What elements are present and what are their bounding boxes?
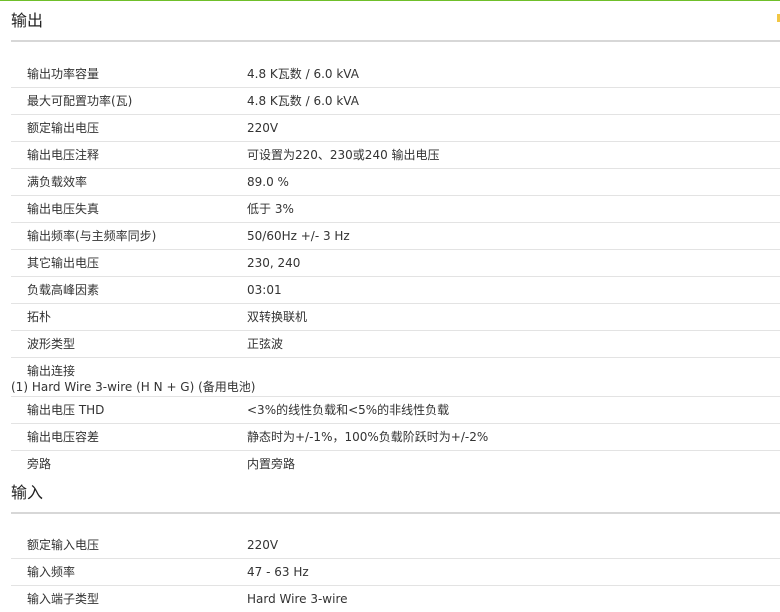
spec-value: 双转换联机 xyxy=(247,310,308,324)
input-spec-table: 额定输入电压 220V 输入频率 47 - 63 Hz 输入端子类型 Hard … xyxy=(11,532,780,612)
spec-row: 输出电压注释 可设置为220、230或240 输出电压 xyxy=(11,142,780,169)
output-section-title: 输出 xyxy=(11,11,44,30)
spec-label: 输出电压容差 xyxy=(27,430,100,444)
spec-label: 输出功率容量 xyxy=(27,67,100,81)
spec-value: 可设置为220、230或240 输出电压 xyxy=(247,148,440,162)
input-section-title: 输入 xyxy=(11,483,44,502)
spec-label: 额定输出电压 xyxy=(27,121,100,135)
spec-value: Hard Wire 3-wire xyxy=(247,592,348,606)
spec-row: 满负载效率 89.0 % xyxy=(11,169,780,196)
spec-label: 输出电压 THD xyxy=(27,403,105,417)
spec-label: 额定输入电压 xyxy=(27,538,100,552)
spec-row: 拓朴 双转换联机 xyxy=(11,304,780,331)
spec-row: 输出频率(与主频率同步) 50/60Hz +/- 3 Hz xyxy=(11,223,780,250)
spec-row: 旁路 内置旁路 xyxy=(11,451,780,477)
spec-row: 输出电压容差 静态时为+/-1%，100%负载阶跃时为+/-2% xyxy=(11,424,780,451)
spec-value: <3%的线性负载和<5%的非线性负载 xyxy=(247,403,450,417)
spec-row: 输出电压失真 低于 3% xyxy=(11,196,780,223)
spec-label: 输出电压注释 xyxy=(27,148,100,162)
spec-value: (1) Hard Wire 3-wire (H N + G) (备用电池) xyxy=(11,380,256,394)
spec-value: 03:01 xyxy=(247,283,282,297)
spec-value: 静态时为+/-1%，100%负载阶跃时为+/-2% xyxy=(247,430,489,444)
input-section-rule xyxy=(11,512,780,514)
spec-label: 输出频率(与主频率同步) xyxy=(27,229,157,243)
spec-value: 低于 3% xyxy=(247,202,294,216)
spec-row: 输入端子类型 Hard Wire 3-wire xyxy=(11,586,780,612)
spec-value: 50/60Hz +/- 3 Hz xyxy=(247,229,350,243)
spec-row: 最大可配置功率(瓦) 4.8 K瓦数 / 6.0 kVA xyxy=(11,88,780,115)
spec-row: 额定输入电压 220V xyxy=(11,532,780,559)
spec-row: 输入频率 47 - 63 Hz xyxy=(11,559,780,586)
spec-label: 其它输出电压 xyxy=(27,256,100,270)
spec-value: 230, 240 xyxy=(247,256,301,270)
top-accent-line xyxy=(0,0,780,1)
spec-label: 旁路 xyxy=(27,457,52,471)
spec-label: 波形类型 xyxy=(27,337,76,351)
spec-value: 4.8 K瓦数 / 6.0 kVA xyxy=(247,94,359,108)
spec-row: 输出功率容量 4.8 K瓦数 / 6.0 kVA xyxy=(11,61,780,88)
spec-row: 波形类型 正弦波 xyxy=(11,331,780,358)
spec-label: 输出连接 xyxy=(27,364,76,378)
spec-row-output-connection: 输出连接 (1) Hard Wire 3-wire (H N + G) (备用电… xyxy=(11,358,780,397)
spec-row: 负载高峰因素 03:01 xyxy=(11,277,780,304)
spec-value: 4.8 K瓦数 / 6.0 kVA xyxy=(247,67,359,81)
spec-label: 输入频率 xyxy=(27,565,76,579)
spec-label: 负载高峰因素 xyxy=(27,283,100,297)
spec-label: 最大可配置功率(瓦) xyxy=(27,94,133,108)
spec-value: 47 - 63 Hz xyxy=(247,565,309,579)
spec-value: 220V xyxy=(247,121,279,135)
spec-label: 输出电压失真 xyxy=(27,202,100,216)
spec-label: 输入端子类型 xyxy=(27,592,100,606)
spec-value: 89.0 % xyxy=(247,175,289,189)
spec-label: 拓朴 xyxy=(27,310,52,324)
spec-row: 其它输出电压 230, 240 xyxy=(11,250,780,277)
output-section-rule xyxy=(11,40,780,42)
output-spec-table: 输出功率容量 4.8 K瓦数 / 6.0 kVA 最大可配置功率(瓦) 4.8 … xyxy=(11,61,780,477)
spec-row: 输出电压 THD <3%的线性负载和<5%的非线性负载 xyxy=(11,397,780,424)
spec-value: 正弦波 xyxy=(247,337,284,351)
spec-value: 220V xyxy=(247,538,279,552)
spec-value: 内置旁路 xyxy=(247,457,296,471)
spec-row: 额定输出电压 220V xyxy=(11,115,780,142)
spec-label: 满负载效率 xyxy=(27,175,88,189)
